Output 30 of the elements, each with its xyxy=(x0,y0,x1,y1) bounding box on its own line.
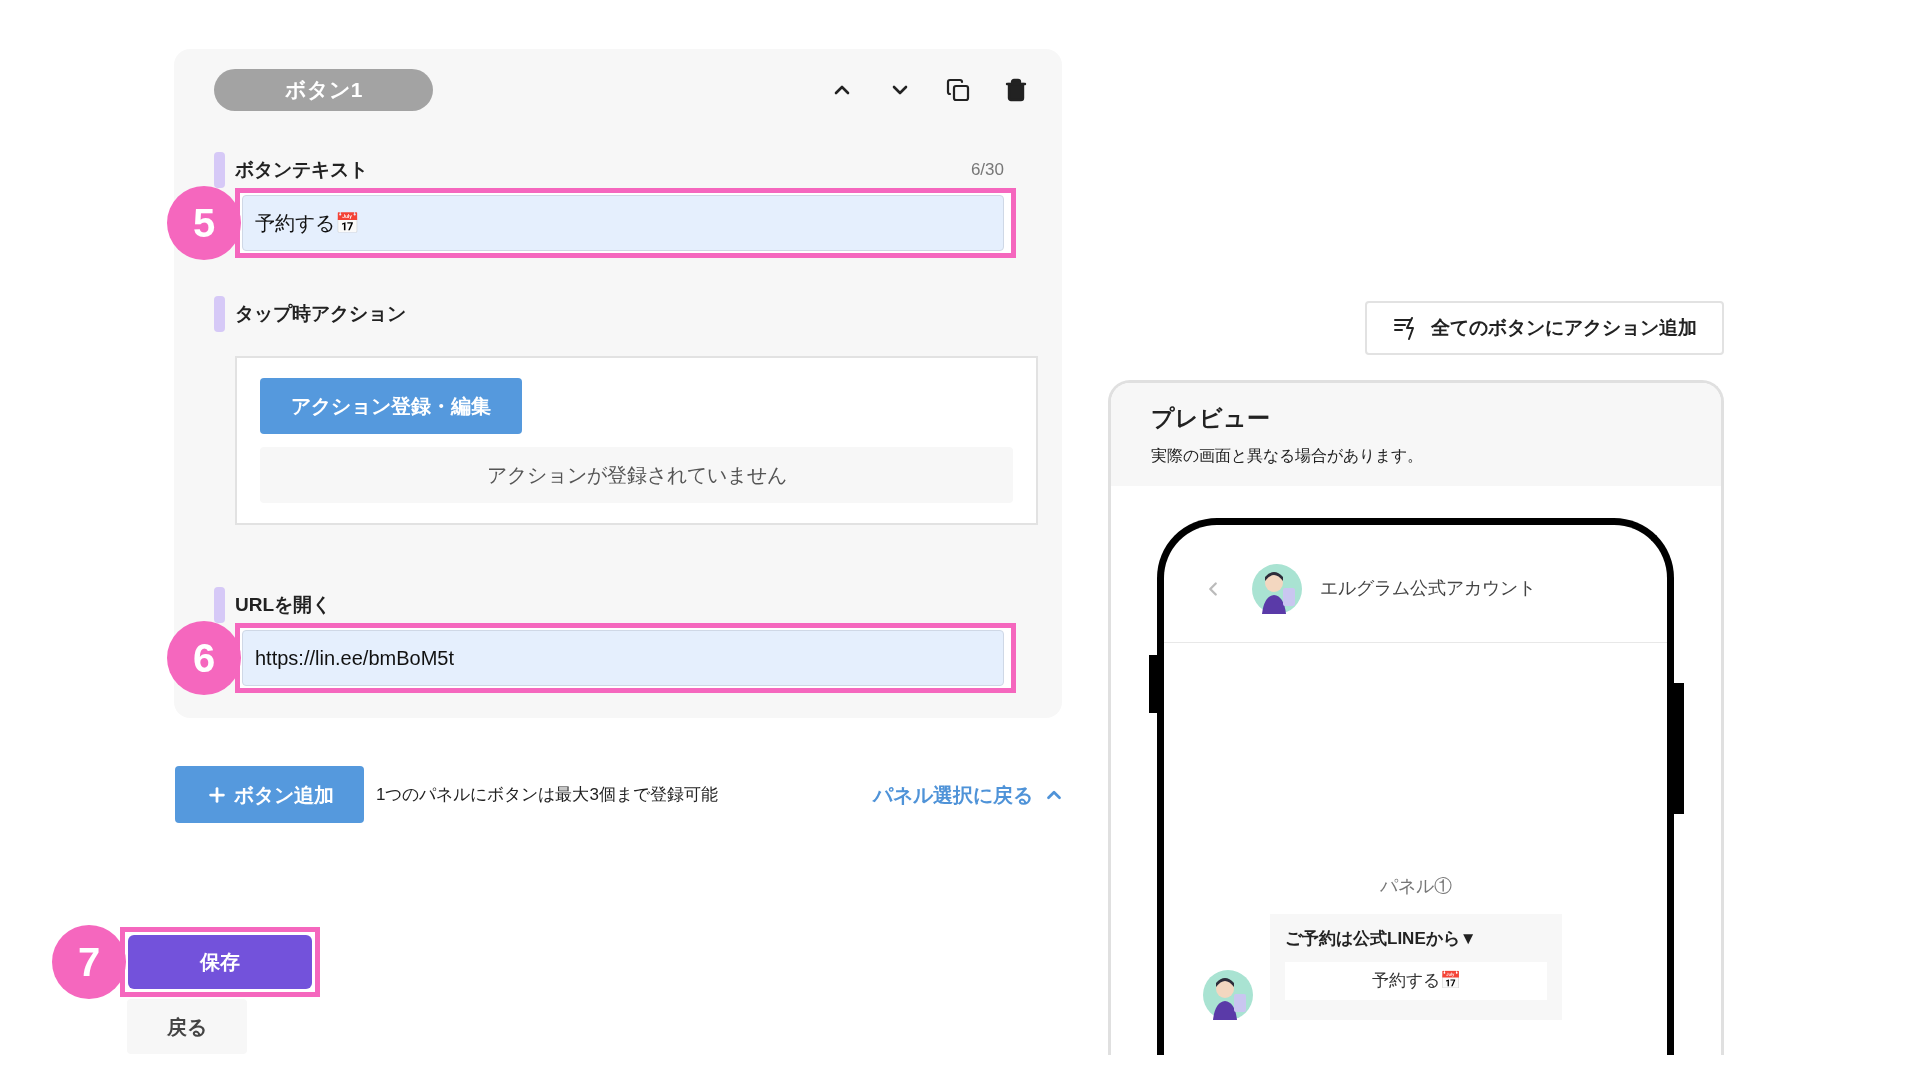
section-label: URLを開く xyxy=(235,592,332,617)
avatar-icon xyxy=(1203,970,1253,1020)
section-marker xyxy=(214,152,225,188)
avatar-icon xyxy=(1252,563,1302,614)
step-number-badge: 5 xyxy=(167,186,241,260)
add-action-to-all-button[interactable]: 全てのボタンにアクション追加 xyxy=(1365,301,1724,355)
section-label: タップ時アクション xyxy=(235,301,406,326)
copy-button[interactable] xyxy=(946,78,970,102)
limit-note: 1つのパネルにボタンは最大3個まで登録可能 xyxy=(376,783,718,806)
trash-icon xyxy=(1004,77,1028,103)
section-marker xyxy=(214,296,225,332)
step-number-badge: 6 xyxy=(167,621,241,695)
message-text: ご予約は公式LINEから▼ xyxy=(1285,928,1478,950)
input-field[interactable]: https://lin.ee/bmBoM5t xyxy=(242,630,1004,686)
section-marker xyxy=(214,587,225,623)
message-action-button[interactable]: 予約する📅 xyxy=(1285,961,1547,1000)
step-number-badge: 7 xyxy=(52,925,126,999)
save-button[interactable]: 保存 xyxy=(128,935,312,989)
character-counter: 6/30 xyxy=(970,159,1004,182)
copy-icon xyxy=(946,77,970,103)
empty-action-message: アクションが登録されていません xyxy=(260,447,1013,503)
input-field[interactable]: 予約する📅 xyxy=(242,195,1004,251)
panel-label: パネル① xyxy=(1379,875,1452,898)
delete-button[interactable] xyxy=(1004,78,1028,102)
button-name-pill: ボタン1 xyxy=(214,69,433,111)
section-label: ボタンテキスト xyxy=(235,157,368,182)
back-button[interactable]: 戻る xyxy=(127,999,247,1054)
preview-note: 実際の画面と異なる場合があります。 xyxy=(1151,445,1424,466)
account-name: エルグラム公式アカウント xyxy=(1320,577,1536,600)
preview-title: プレビュー xyxy=(1151,404,1271,433)
